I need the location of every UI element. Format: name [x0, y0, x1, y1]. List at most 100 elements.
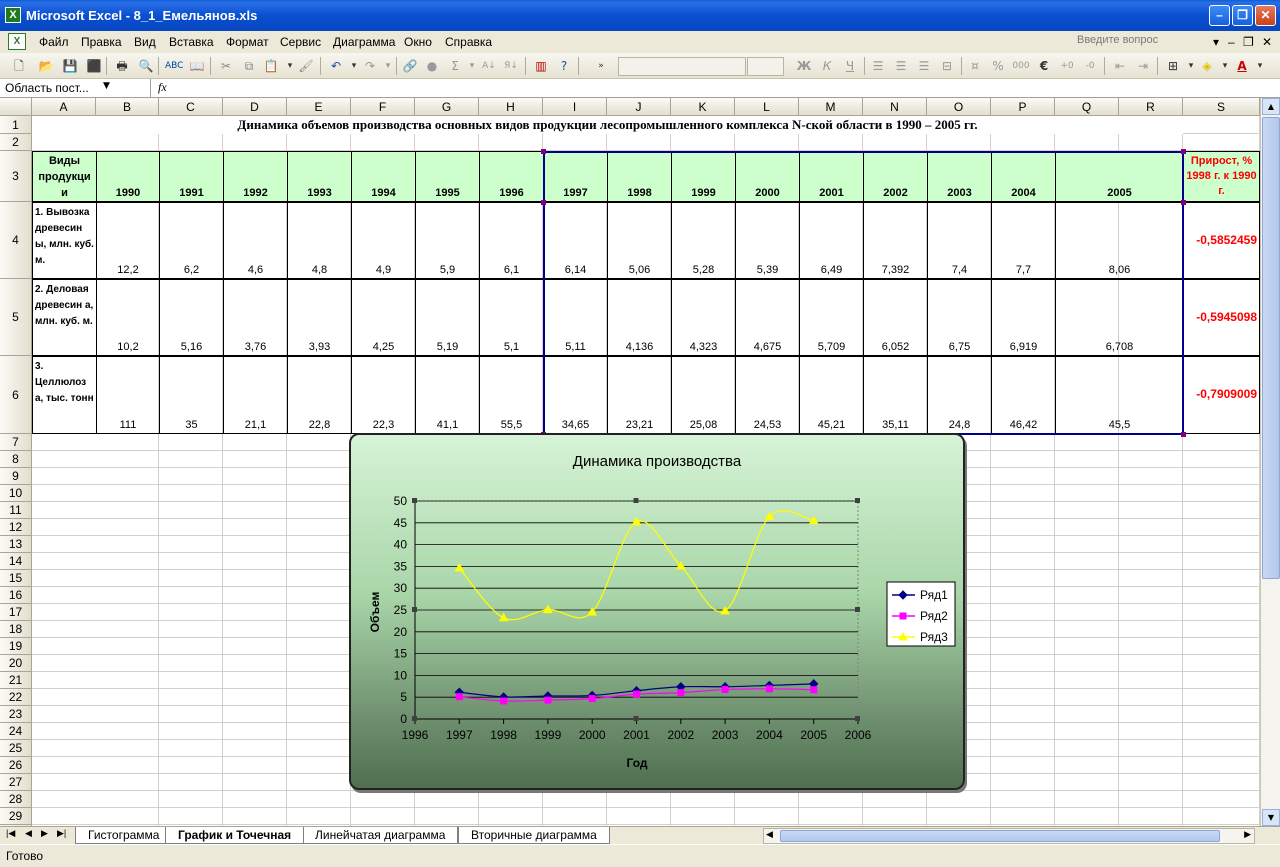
data-cell[interactable]: 4,6	[223, 202, 288, 279]
legend-entry-2[interactable]: Ряд2	[920, 609, 948, 623]
name-box[interactable]: Область пост...	[2, 80, 117, 97]
align-center-icon[interactable]: ☰	[892, 57, 910, 75]
thousands-icon[interactable]: 000	[1012, 57, 1030, 75]
column-header-c[interactable]: C	[159, 98, 223, 116]
year-header-2004[interactable]: 2004	[991, 151, 1056, 202]
row-header-28[interactable]: 28	[0, 791, 32, 808]
row-header-15[interactable]: 15	[0, 570, 32, 587]
row-header-5[interactable]: 5	[0, 279, 32, 356]
tab-vtorichnye[interactable]: Вторичные диаграмма	[458, 827, 610, 844]
save-icon[interactable]: 💾	[61, 57, 79, 75]
data-cell[interactable]: 7,392	[863, 202, 928, 279]
decrease-indent-icon[interactable]: ⇤	[1111, 57, 1129, 75]
column-header-j[interactable]: J	[607, 98, 671, 116]
last-sheet-icon[interactable]: ▶|	[57, 828, 66, 839]
row-label[interactable]: 2. Деловая древесин а, млн. куб. м.	[32, 279, 97, 356]
column-header-p[interactable]: P	[991, 98, 1055, 116]
data-cell[interactable]: 6,919	[991, 279, 1056, 356]
doc-close-icon[interactable]: ✕	[1262, 35, 1272, 49]
year-header-1997[interactable]: 1997	[543, 151, 608, 202]
euro-icon[interactable]: €	[1035, 57, 1053, 75]
data-cell[interactable]: 5,16	[159, 279, 224, 356]
data-cell[interactable]: 5,39	[735, 202, 800, 279]
hyperlink-icon[interactable]: 🔗	[401, 57, 419, 75]
copy-icon[interactable]: ⧉	[240, 57, 258, 75]
column-header-d[interactable]: D	[223, 98, 287, 116]
row-header-22[interactable]: 22	[0, 689, 32, 706]
data-point-2[interactable]	[588, 695, 596, 703]
scroll-thumb[interactable]	[1262, 117, 1280, 579]
year-header-1990[interactable]: 1990	[96, 151, 160, 202]
data-point-2[interactable]	[633, 690, 640, 698]
data-point-3[interactable]	[454, 562, 465, 572]
formula-input[interactable]	[176, 80, 1276, 97]
row-header-19[interactable]: 19	[0, 638, 32, 655]
scroll-down-icon[interactable]: ▼	[1262, 809, 1280, 826]
growth-cell[interactable]: -0,5945098	[1183, 279, 1260, 356]
sort-desc-icon[interactable]: Я↓	[502, 57, 520, 75]
spelling-icon[interactable]: ABC	[165, 57, 183, 75]
tab-lineinaya[interactable]: Линейчатая диаграмма	[302, 827, 459, 844]
first-sheet-icon[interactable]: |◀	[6, 828, 15, 839]
row-header-13[interactable]: 13	[0, 536, 32, 553]
row-header-27[interactable]: 27	[0, 774, 32, 791]
row-header-21[interactable]: 21	[0, 672, 32, 689]
data-cell[interactable]: 111	[96, 356, 160, 434]
data-cell[interactable]: 4,323	[671, 279, 736, 356]
data-point-3[interactable]	[498, 612, 509, 622]
year-header-1992[interactable]: 1992	[223, 151, 288, 202]
tab-gistogramma[interactable]: Гистограмма	[75, 827, 173, 844]
row-header-10[interactable]: 10	[0, 485, 32, 502]
hscroll-thumb[interactable]	[780, 830, 1220, 842]
column-header-g[interactable]: G	[415, 98, 479, 116]
column-header-l[interactable]: L	[735, 98, 799, 116]
workbook-icon[interactable]: X	[8, 33, 26, 50]
doc-restore-icon[interactable]: ❐	[1243, 35, 1254, 49]
maximize-button[interactable]: ❐	[1232, 5, 1253, 26]
column-header-f[interactable]: F	[351, 98, 415, 116]
year-header-1995[interactable]: 1995	[415, 151, 480, 202]
menu-chart[interactable]: Диаграмма	[333, 35, 395, 49]
plot-selection-handle[interactable]	[633, 498, 639, 503]
selection-handle[interactable]	[541, 149, 546, 154]
font-color-icon[interactable]: A	[1233, 57, 1251, 75]
data-point-2[interactable]	[810, 686, 818, 694]
row-header-9[interactable]: 9	[0, 468, 32, 485]
data-cell[interactable]: 55,5	[479, 356, 544, 434]
year-header-1993[interactable]: 1993	[287, 151, 352, 202]
chart-area[interactable]: Динамика производства Год Объем 0 5 10 15 20…	[349, 433, 965, 790]
next-sheet-icon[interactable]: ▶	[41, 828, 48, 839]
row-header-4[interactable]: 4	[0, 202, 32, 279]
column-header-e[interactable]: E	[287, 98, 351, 116]
data-cell[interactable]: 46,42	[991, 356, 1056, 434]
column-header-m[interactable]: M	[799, 98, 863, 116]
row-header-24[interactable]: 24	[0, 723, 32, 740]
redo-icon[interactable]: ↷	[361, 57, 379, 75]
scroll-left-icon[interactable]: ◀	[766, 829, 773, 840]
tab-grafik[interactable]: График и Точечная	[165, 827, 305, 844]
print-icon[interactable]: 🖶	[113, 57, 131, 75]
close-button[interactable]: ✕	[1255, 5, 1276, 26]
data-cell[interactable]: 35	[159, 356, 224, 434]
row-header-6[interactable]: 6	[0, 356, 32, 434]
row-header-17[interactable]: 17	[0, 604, 32, 621]
data-cell[interactable]: 6,75	[927, 279, 992, 356]
row-header-16[interactable]: 16	[0, 587, 32, 604]
bold-icon[interactable]: Ж	[795, 57, 813, 75]
italic-icon[interactable]: К	[818, 57, 836, 75]
column-header-b[interactable]: B	[96, 98, 159, 116]
selection-handle[interactable]	[1181, 432, 1186, 437]
row-header-20[interactable]: 20	[0, 655, 32, 672]
row-header-7[interactable]: 7	[0, 434, 32, 451]
column-header-h[interactable]: H	[479, 98, 543, 116]
column-header-i[interactable]: I	[543, 98, 607, 116]
ask-question-input[interactable]: Введите вопрос	[1075, 34, 1215, 50]
data-cell[interactable]: 5,709	[799, 279, 864, 356]
data-cell[interactable]: 4,136	[607, 279, 672, 356]
increase-indent-icon[interactable]: ⇥	[1134, 57, 1152, 75]
data-point-2[interactable]	[500, 697, 508, 705]
year-header-2000[interactable]: 2000	[735, 151, 800, 202]
select-all-corner[interactable]	[0, 98, 32, 116]
autosum-icon[interactable]: Σ	[446, 57, 464, 75]
series-line-3[interactable]	[458, 510, 814, 621]
